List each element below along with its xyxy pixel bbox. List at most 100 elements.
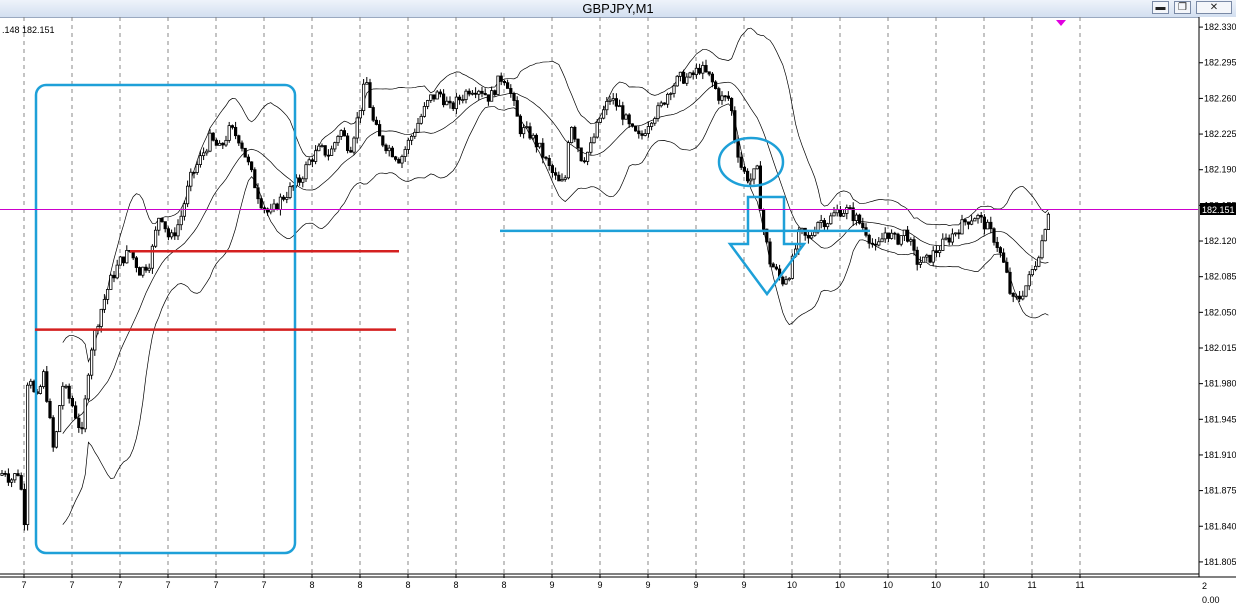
candle bbox=[726, 91, 731, 101]
x-tick-label: 11 bbox=[1075, 580, 1084, 590]
candle bbox=[493, 89, 497, 97]
candle-body bbox=[883, 232, 887, 240]
candle bbox=[48, 398, 52, 420]
candle bbox=[656, 102, 660, 122]
y-tick-label: 182.120 bbox=[1204, 236, 1236, 246]
candle-body bbox=[653, 118, 657, 124]
candle-body bbox=[445, 100, 449, 106]
candle-body bbox=[246, 156, 250, 163]
candle bbox=[896, 232, 900, 246]
candle-body bbox=[16, 473, 20, 476]
candle-body bbox=[752, 168, 756, 180]
candle bbox=[592, 133, 596, 144]
candle bbox=[384, 143, 388, 154]
x-tick-label: 7 bbox=[21, 580, 26, 590]
close-button[interactable]: ✕ bbox=[1196, 1, 1232, 14]
candle-body bbox=[800, 227, 804, 231]
candle bbox=[538, 142, 542, 149]
vertical-gridlines bbox=[23, 17, 1081, 574]
candle-body bbox=[61, 385, 65, 407]
candle bbox=[163, 221, 167, 233]
candle-body bbox=[810, 235, 814, 239]
candle bbox=[614, 93, 619, 111]
candle bbox=[422, 102, 427, 118]
candle-body bbox=[320, 145, 324, 148]
candle bbox=[240, 140, 244, 152]
candle bbox=[457, 94, 462, 105]
candle-body bbox=[185, 185, 190, 205]
candle-body bbox=[1002, 252, 1006, 263]
candle bbox=[393, 155, 398, 162]
candle bbox=[899, 235, 903, 247]
candle bbox=[1027, 271, 1031, 291]
candle bbox=[0, 469, 4, 477]
x-tick-label: 9 bbox=[693, 580, 698, 590]
candle bbox=[698, 63, 702, 75]
candle-body bbox=[339, 130, 343, 137]
candle-body bbox=[137, 267, 142, 276]
candle-body bbox=[682, 71, 686, 84]
candle bbox=[902, 229, 907, 242]
candle-body bbox=[589, 142, 593, 153]
x-tick-label: 7 bbox=[213, 580, 218, 590]
x-tick-label: 7 bbox=[165, 580, 170, 590]
candle-body bbox=[237, 135, 241, 144]
candle-body bbox=[67, 385, 71, 399]
candle bbox=[416, 118, 420, 134]
candle-body bbox=[806, 234, 811, 239]
candle-body bbox=[397, 158, 401, 164]
candle bbox=[496, 75, 500, 95]
candle-body bbox=[970, 220, 974, 225]
candle-body bbox=[374, 119, 379, 125]
candle-body bbox=[1034, 265, 1038, 270]
candle bbox=[595, 119, 599, 139]
candle-body bbox=[976, 215, 980, 220]
candle-body bbox=[630, 123, 635, 127]
candle bbox=[51, 415, 55, 452]
candle-body bbox=[86, 374, 90, 400]
candle-body bbox=[720, 95, 724, 101]
candle bbox=[643, 129, 647, 137]
candle bbox=[464, 89, 468, 104]
candle-body bbox=[157, 217, 161, 231]
candle-body bbox=[861, 222, 865, 229]
candle bbox=[832, 207, 836, 217]
candle-body bbox=[669, 93, 673, 95]
candle-body bbox=[570, 126, 574, 144]
candle-body bbox=[944, 237, 948, 240]
candle bbox=[106, 288, 110, 305]
restore-button[interactable]: ❐ bbox=[1174, 1, 1191, 14]
candle-body bbox=[554, 172, 558, 176]
candle bbox=[125, 245, 129, 264]
candle bbox=[678, 71, 683, 82]
candle bbox=[512, 91, 516, 106]
candle bbox=[441, 89, 446, 108]
candle bbox=[634, 125, 638, 132]
candle-body bbox=[483, 93, 487, 96]
candle bbox=[42, 369, 46, 389]
candle bbox=[650, 121, 654, 131]
candle bbox=[515, 96, 519, 117]
candle-body bbox=[349, 150, 353, 153]
candle bbox=[86, 373, 90, 402]
candle bbox=[1008, 267, 1012, 296]
candle bbox=[137, 266, 142, 276]
candle bbox=[118, 255, 122, 266]
candle-body bbox=[368, 82, 372, 108]
candle bbox=[1002, 248, 1006, 263]
candle-body bbox=[118, 256, 122, 266]
candle bbox=[451, 101, 455, 112]
candle-body bbox=[586, 151, 590, 162]
candle-body bbox=[954, 232, 958, 235]
annotations bbox=[34, 83, 870, 555]
candle bbox=[963, 218, 967, 226]
candle bbox=[550, 163, 555, 178]
candle-body bbox=[512, 93, 516, 101]
minimize-button[interactable]: ▬ bbox=[1152, 1, 1169, 14]
price-chart[interactable]: 181.805 181.840 181.875 181.910 181.945 181.9… bbox=[0, 17, 1236, 605]
x-tick-label: 8 bbox=[405, 580, 410, 590]
candle bbox=[669, 92, 673, 101]
candle-body bbox=[822, 220, 827, 228]
candle bbox=[768, 238, 772, 268]
candle-body bbox=[608, 99, 612, 102]
